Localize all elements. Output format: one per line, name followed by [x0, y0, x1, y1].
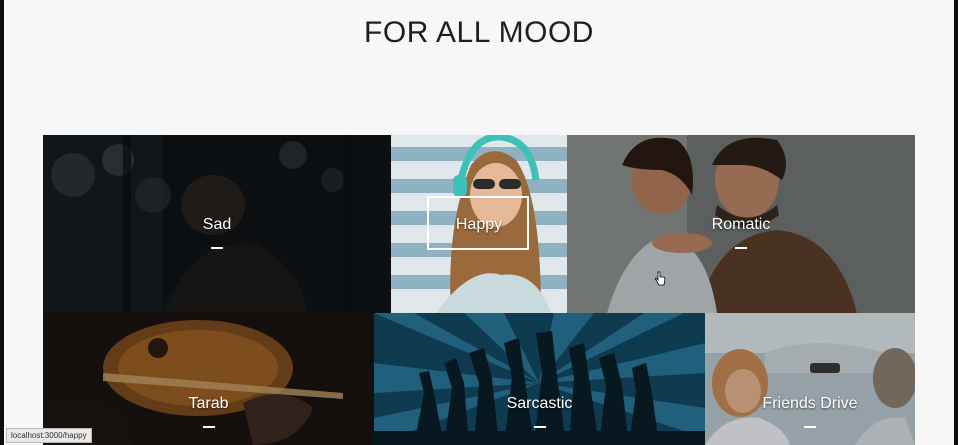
mood-tile-tarab[interactable]: Tarab: [43, 313, 374, 445]
mood-tile-friends-drive[interactable]: Friends Drive: [705, 313, 915, 445]
mood-label-friends-drive: Friends Drive: [762, 395, 858, 412]
status-bar-url: localhost:3000/happy: [6, 428, 92, 443]
mood-label-romatic: Romatic: [711, 216, 771, 233]
page: FOR ALL MOOD Sad Happy Romatic Tarab Sar…: [4, 0, 954, 445]
dash-icon: [211, 247, 223, 249]
mood-label-happy: Happy: [455, 216, 503, 233]
mood-label-sad: Sad: [202, 216, 232, 233]
mood-label-tarab: Tarab: [188, 395, 229, 412]
mood-label-sarcastic: Sarcastic: [506, 395, 573, 412]
mood-tile-sad[interactable]: Sad: [43, 135, 391, 313]
dash-icon: [202, 426, 215, 428]
dash-icon: [735, 247, 747, 249]
mood-tile-romatic[interactable]: Romatic: [567, 135, 915, 313]
mood-tile-happy[interactable]: Happy: [391, 135, 567, 313]
dash-icon: [804, 426, 816, 428]
mood-tile-sarcastic[interactable]: Sarcastic: [374, 313, 705, 445]
mood-grid: Sad Happy Romatic Tarab Sarcastic Friend…: [43, 135, 915, 445]
section-title: FOR ALL MOOD: [364, 16, 594, 49]
dash-icon: [533, 426, 546, 428]
hand-cursor-icon: [655, 271, 666, 286]
